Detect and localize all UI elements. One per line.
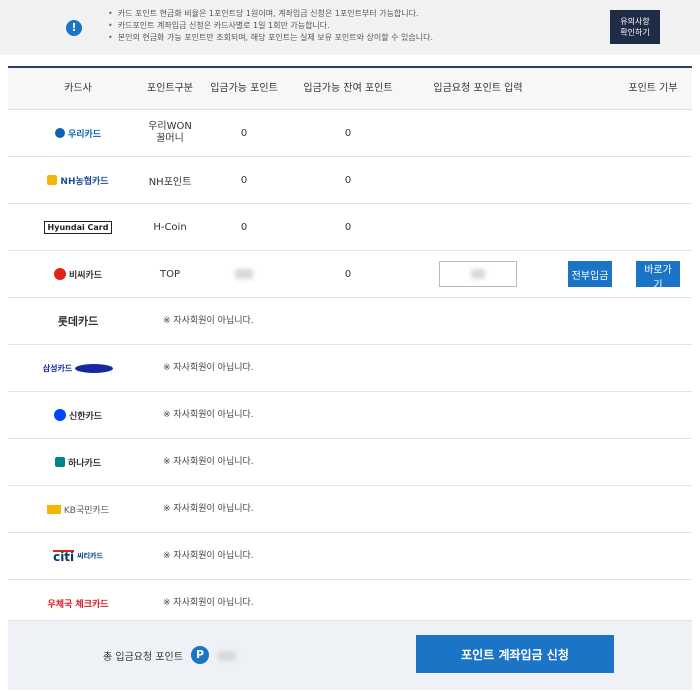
- citi-logo-icon: citi: [53, 550, 75, 564]
- card-logo: NH농협카드: [28, 157, 128, 203]
- not-member-notice: ※ 자사회원이 아닙니다.: [163, 504, 254, 514]
- not-member-notice: ※ 자사회원이 아닙니다.: [163, 363, 254, 373]
- point-type: H-Coin: [153, 221, 187, 233]
- remaining-points: 0: [344, 221, 352, 233]
- header-point-type: 포인트구분: [147, 83, 193, 94]
- card-logo: 신한카드: [28, 392, 128, 438]
- table-row: 삼성카드 ※ 자사회원이 아닙니다.: [8, 345, 692, 392]
- point-badge-icon: P: [191, 646, 209, 664]
- card-logo: 우리카드: [28, 110, 128, 156]
- table-header: 카드사 포인트구분 입금가능 포인트 입금가능 잔여 포인트 입금요청 포인트 …: [8, 68, 692, 110]
- available-points: 0: [240, 127, 248, 139]
- point-type: NH포인트: [148, 176, 192, 188]
- shinhan-card-icon: [53, 409, 66, 421]
- summary-footer: 총 입금요청 포인트 P 포인트 계좌입금 신청: [8, 620, 692, 690]
- card-logo: 비씨카드: [28, 251, 128, 297]
- card-name: Hyundai Card: [43, 220, 113, 234]
- not-member-notice: ※ 자사회원이 아닙니다.: [163, 316, 254, 326]
- remaining-points: 0: [344, 127, 352, 139]
- card-name: 롯데카드: [57, 315, 99, 328]
- notice-list: 카드 포인트 현금화 비율은 1포인트당 1원이며, 계좌입금 신청은 1포인트…: [108, 8, 433, 44]
- card-logo: 삼성카드: [28, 345, 128, 391]
- card-logo: citi 씨티카드: [28, 533, 128, 579]
- apply-deposit-button[interactable]: 포인트 계좌입금 신청: [416, 635, 614, 673]
- hana-card-icon: [54, 457, 65, 467]
- go-button[interactable]: 바로가기: [636, 261, 680, 291]
- card-logo: KB국민카드: [28, 486, 128, 532]
- card-name: 우체국 체크카드: [47, 599, 109, 610]
- card-logo: 하나카드: [28, 439, 128, 485]
- point-type: 우리WON 꿀머니: [148, 121, 192, 144]
- notice-line: 본인의 현금화 가능 포인트만 조회되며, 해당 포인트는 실제 보유 포인트와…: [108, 32, 433, 44]
- samsung-logo-icon: [75, 363, 114, 373]
- card-name: 우리카드: [67, 129, 102, 140]
- all-deposit-button[interactable]: 전부입금: [567, 261, 613, 287]
- table-row: NH농협카드 NH포인트 0 0: [8, 157, 692, 204]
- remaining-points: 0: [344, 268, 352, 280]
- not-member-notice: ※ 자사회원이 아닙니다.: [163, 551, 254, 561]
- available-points: 0: [240, 174, 248, 186]
- card-name: 삼성카드: [42, 363, 73, 373]
- nh-card-icon: [47, 175, 58, 185]
- remaining-points: 0: [344, 174, 352, 186]
- bc-card-icon: [53, 268, 66, 280]
- kb-card-icon: [46, 504, 61, 514]
- notice-line: 카드포인트 계좌입금 신청은 카드사별로 1일 1회만 가능합니다.: [108, 20, 433, 32]
- info-icon: !: [66, 20, 82, 36]
- card-name: NH농협카드: [60, 176, 109, 187]
- total-request-label: 총 입금요청 포인트: [103, 652, 183, 663]
- not-member-notice: ※ 자사회원이 아닙니다.: [163, 410, 254, 420]
- card-name: 신한카드: [68, 411, 103, 422]
- blurred-value: [471, 269, 485, 279]
- blurred-value: [235, 269, 253, 279]
- card-logo: 롯데카드: [28, 298, 128, 344]
- point-type: TOP: [159, 268, 180, 280]
- header-request-input: 입금요청 포인트 입력: [433, 83, 523, 94]
- total-request-value: [218, 651, 236, 661]
- request-points-input[interactable]: [439, 261, 517, 287]
- table-row: 우리카드 우리WON 꿀머니 0 0: [8, 110, 692, 157]
- table-row: 롯데카드 ※ 자사회원이 아닙니다.: [8, 298, 692, 345]
- header-available: 입금가능 포인트: [210, 83, 278, 94]
- caution-button[interactable]: 유의사항 확인하기: [610, 10, 660, 44]
- card-name: 비씨카드: [68, 270, 103, 281]
- header-donate: 포인트 기부: [628, 83, 678, 94]
- table-row: 비씨카드 TOP 0 전부입금 바로가기: [8, 251, 692, 298]
- table-row: citi 씨티카드 ※ 자사회원이 아닙니다.: [8, 533, 692, 580]
- available-points: 0: [240, 221, 248, 233]
- woori-card-icon: [54, 128, 65, 138]
- table-row: KB국민카드 ※ 자사회원이 아닙니다.: [8, 486, 692, 533]
- card-name: 씨티카드: [77, 552, 103, 560]
- card-logo: Hyundai Card: [28, 204, 128, 250]
- available-points: [204, 251, 284, 297]
- header-remainder: 입금가능 잔여 포인트: [303, 83, 393, 94]
- table-row: 신한카드 ※ 자사회원이 아닙니다.: [8, 392, 692, 439]
- notice-box: ! 카드 포인트 현금화 비율은 1포인트당 1원이며, 계좌입금 신청은 1포…: [0, 0, 700, 55]
- card-name: KB국민카드: [63, 505, 110, 516]
- card-name: 하나카드: [67, 458, 102, 469]
- table-row: Hyundai Card H-Coin 0 0: [8, 204, 692, 251]
- notice-line: 카드 포인트 현금화 비율은 1포인트당 1원이며, 계좌입금 신청은 1포인트…: [108, 8, 433, 20]
- header-card: 카드사: [64, 83, 92, 94]
- table-row: 하나카드 ※ 자사회원이 아닙니다.: [8, 439, 692, 486]
- not-member-notice: ※ 자사회원이 아닙니다.: [163, 457, 254, 467]
- card-points-table: 카드사 포인트구분 입금가능 포인트 입금가능 잔여 포인트 입금요청 포인트 …: [8, 66, 692, 627]
